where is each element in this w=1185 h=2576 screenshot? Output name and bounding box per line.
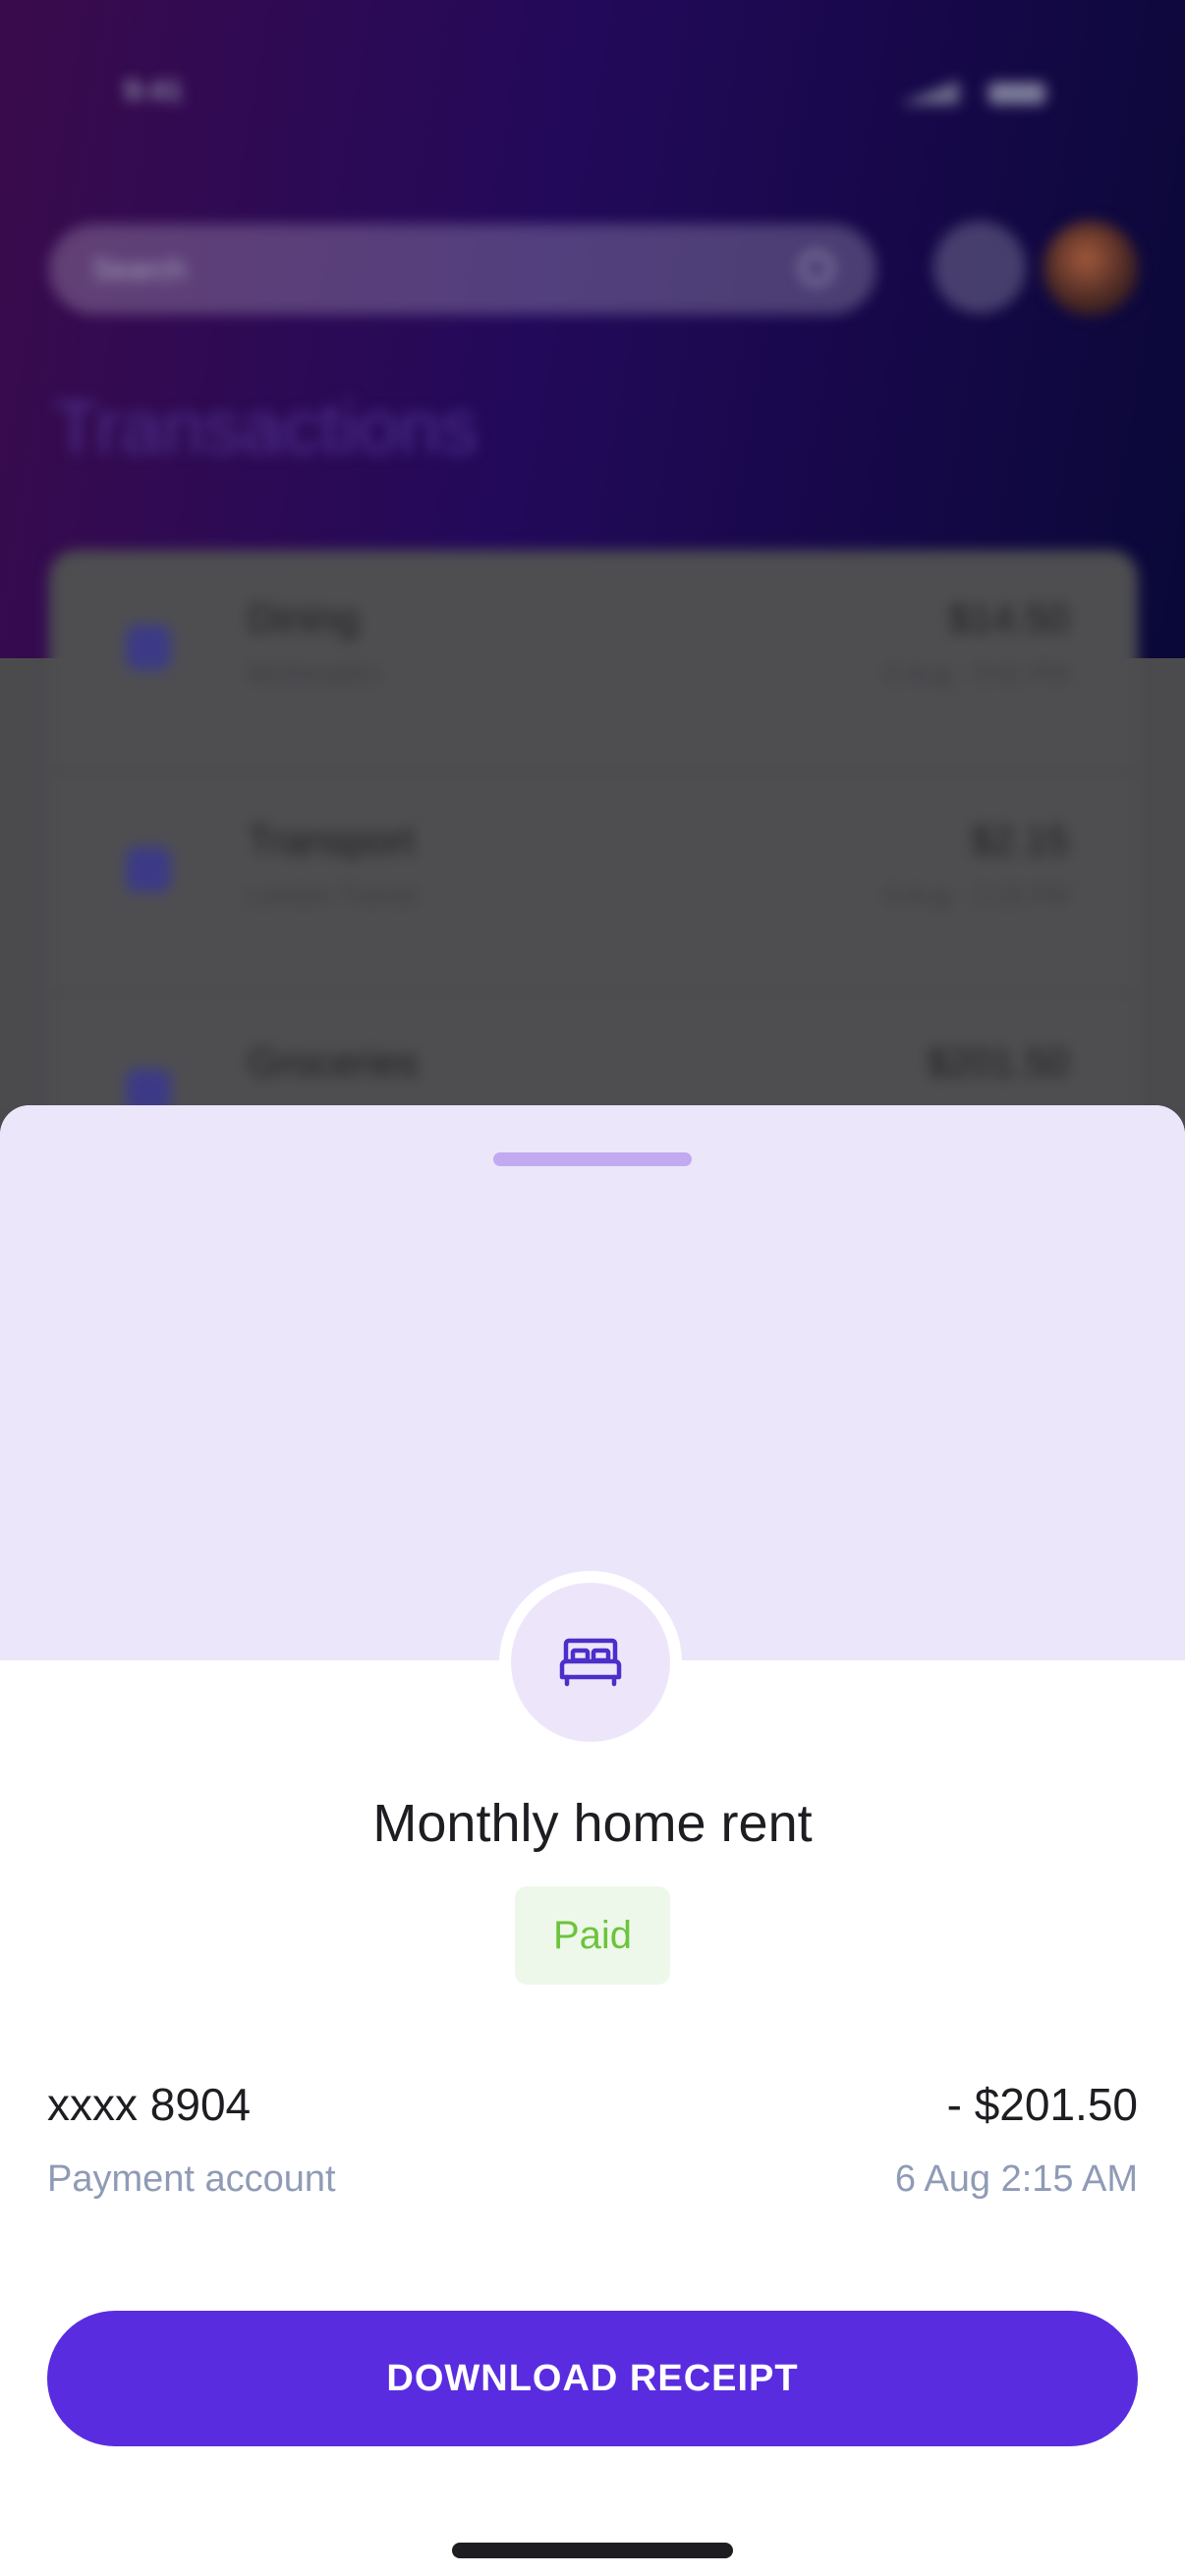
groceries-icon [126, 1069, 171, 1110]
notification-icon [933, 221, 1026, 313]
download-receipt-button[interactable]: DOWNLOAD RECEIPT [47, 2311, 1138, 2446]
transaction-row: Transport London Transit $2.15 6 Aug · 2… [49, 772, 1138, 994]
drag-handle[interactable] [493, 1152, 692, 1166]
dining-icon [126, 625, 171, 670]
account-label: Payment account [47, 2158, 336, 2200]
transaction-title: Monthly home rent [372, 1794, 813, 1853]
bed-icon [559, 1638, 622, 1687]
transaction-row: Groceries $201.50 [49, 994, 1138, 1110]
category-icon-circle [511, 1583, 670, 1742]
transaction-amount: $201.50 [927, 1041, 1069, 1085]
battery-icon [988, 83, 1045, 104]
transaction-detail-sheet: Monthly home rent Paid xxxx 8904 Payment… [0, 1105, 1185, 2576]
transaction-category: Transport [248, 819, 415, 863]
transaction-datetime: 6 Aug 2:15 AM [894, 2158, 1138, 2200]
page-title: Transactions [53, 386, 479, 470]
status-badge: Paid [515, 1886, 670, 1985]
transaction-list: Dining McDonald's $14.50 6 Aug · 9:41 PM… [49, 550, 1138, 1110]
avatar [1044, 221, 1138, 315]
search-icon [800, 252, 833, 285]
transaction-amount: $14.50 [948, 597, 1069, 641]
transaction-date: 6 Aug · 2:15 PM [885, 880, 1069, 910]
transaction-category: Dining [248, 597, 360, 641]
transaction-category: Groceries [248, 1041, 419, 1085]
transport-icon [126, 847, 171, 892]
status-bar-icons [900, 81, 1047, 104]
transaction-amount: - $201.50 [946, 2079, 1138, 2130]
search-placeholder: Search [92, 253, 187, 286]
search-input: Search [49, 224, 876, 314]
status-bar-time: 9:41 [124, 75, 184, 107]
transaction-date: 6 Aug · 9:41 PM [885, 658, 1069, 688]
transaction-row: Dining McDonald's $14.50 6 Aug · 9:41 PM [49, 550, 1138, 772]
category-icon-ring [499, 1571, 682, 1754]
transaction-merchant: London Transit [248, 880, 418, 910]
signal-icon [900, 81, 959, 104]
background-screen: 9:41 Search Transactions Dining McDonald… [0, 0, 1185, 1110]
transaction-amount: $2.15 [970, 819, 1069, 863]
account-number: xxxx 8904 [47, 2079, 252, 2130]
transaction-merchant: McDonald's [248, 658, 381, 688]
home-indicator[interactable] [452, 2543, 733, 2558]
